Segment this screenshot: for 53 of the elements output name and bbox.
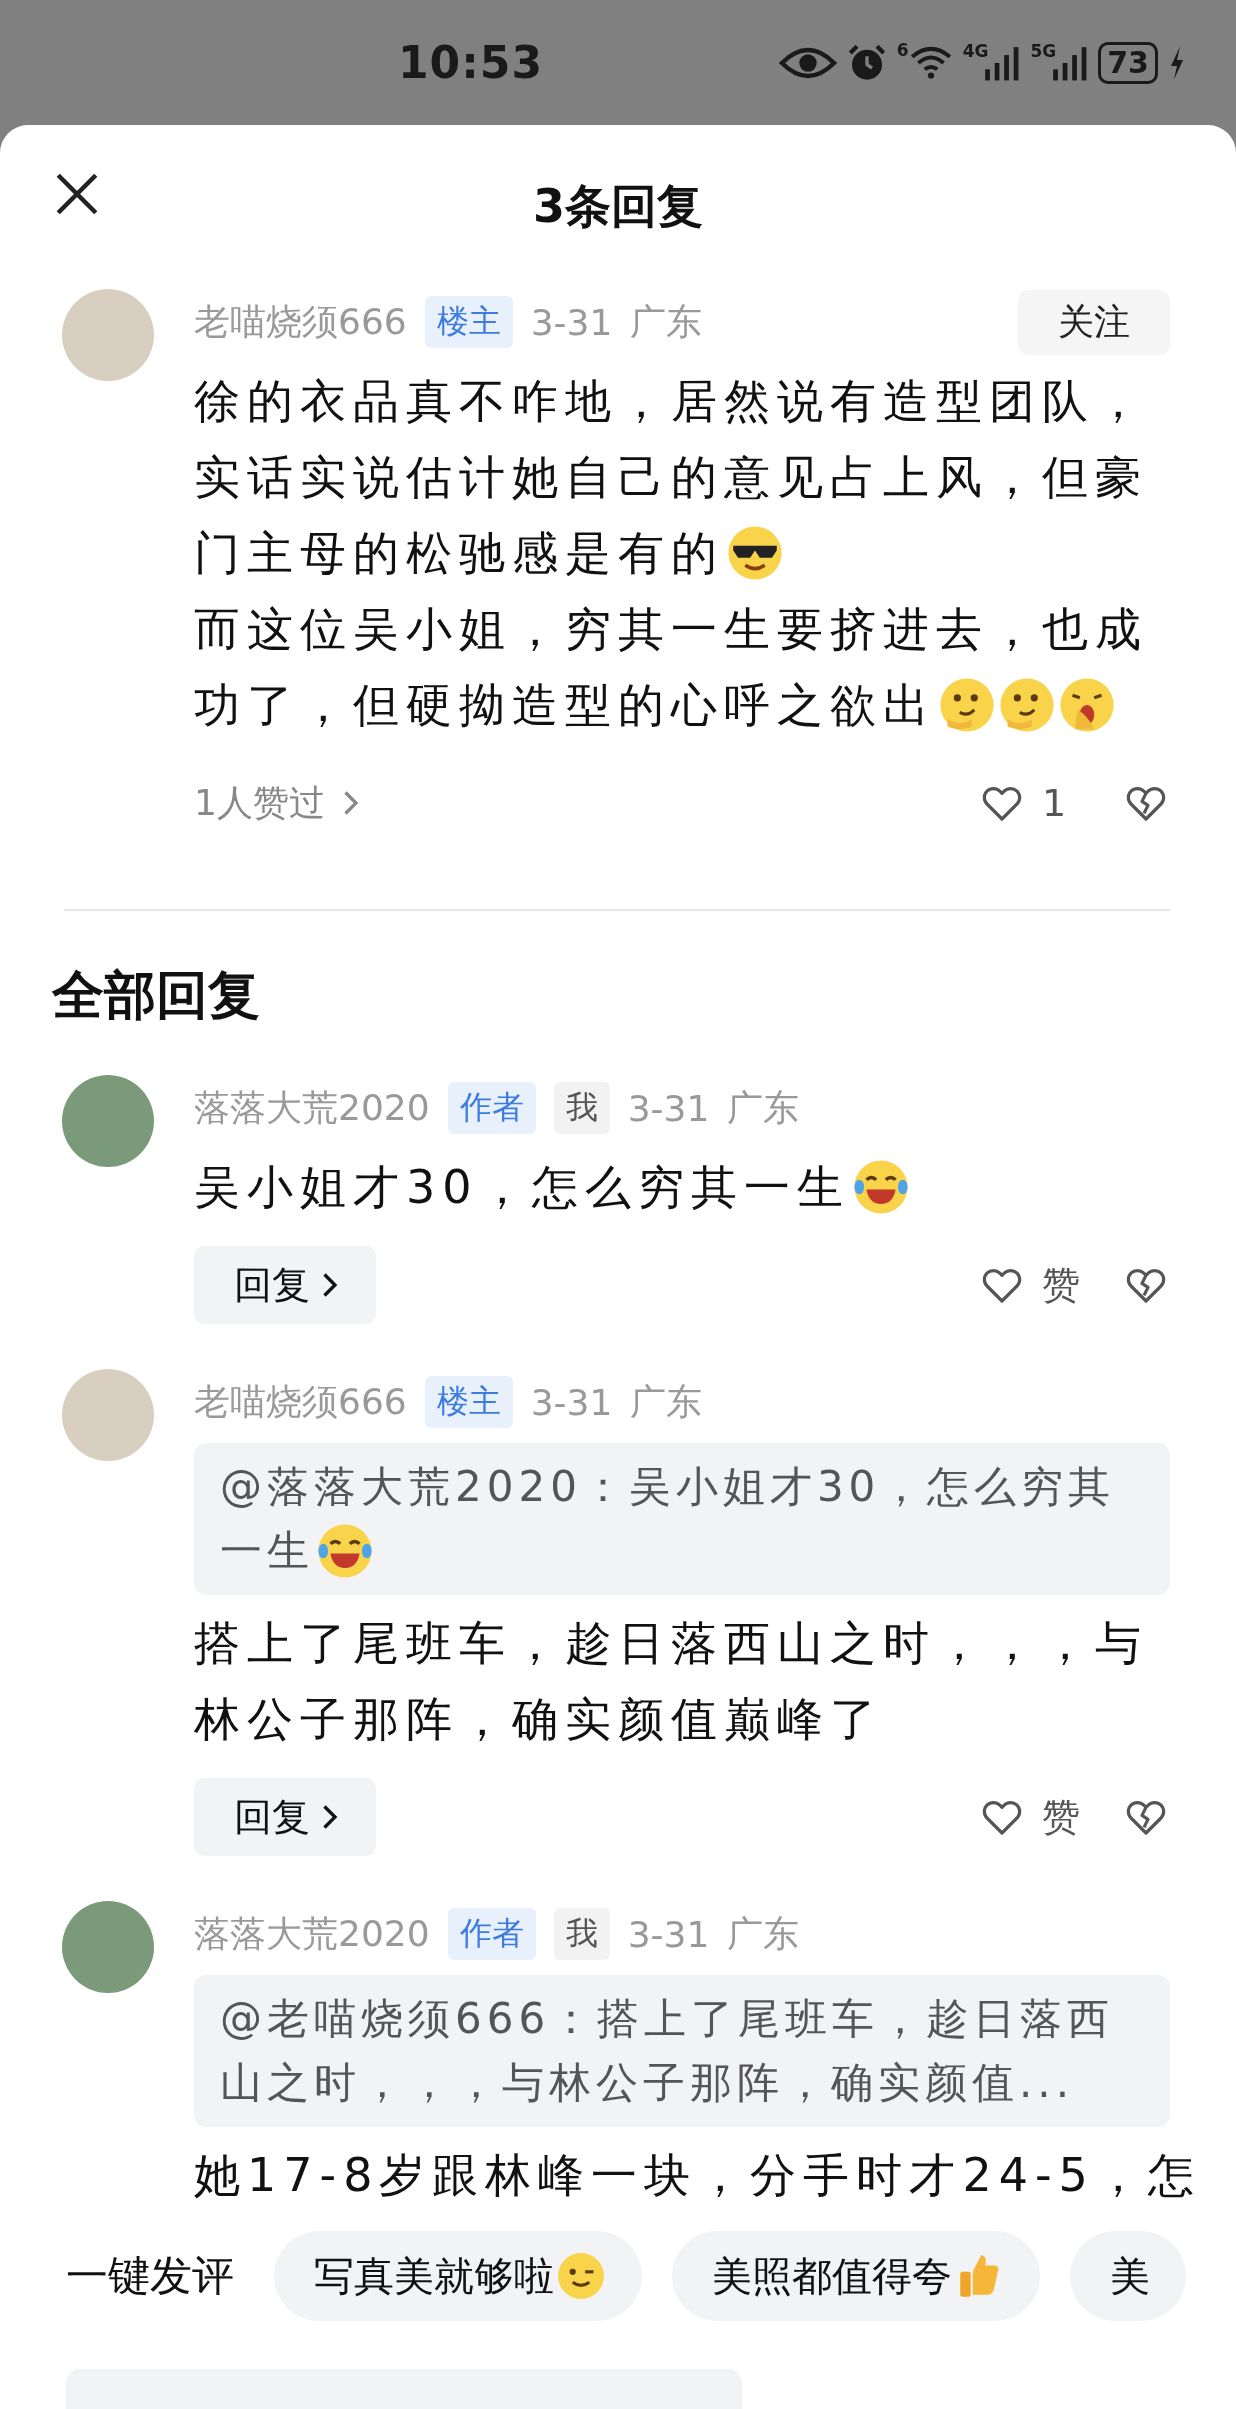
comment-location: 广东 bbox=[630, 1379, 703, 1424]
wifi-label: 6 bbox=[896, 39, 909, 60]
laughing-tears-face-icon bbox=[316, 1522, 374, 1580]
follow-button[interactable]: 关注 bbox=[1018, 289, 1170, 355]
quick-comment-chip[interactable]: 写真美就够啦 bbox=[274, 2231, 642, 2321]
alarm-clock-icon bbox=[846, 42, 887, 83]
comment-text: 门主母的松驰感是有的 bbox=[194, 525, 724, 582]
hand-on-chin-face-icon bbox=[998, 676, 1056, 734]
comment-text: 而这位吴小姐，穷其一生要挤进去，也成 bbox=[194, 601, 1148, 658]
quoted-text: 山之时，，，与林公子那阵，确实颜值... bbox=[220, 2057, 1075, 2109]
like-count: 1 bbox=[1042, 781, 1068, 825]
laughing-tears-face-icon bbox=[851, 1158, 910, 1216]
comment-text: 林公子那阵，确实颜值巅峰了 bbox=[194, 1691, 883, 1748]
comment-text: 实话实说估计她自己的意见占上风，但豪 bbox=[194, 449, 1148, 506]
yawning-face-icon bbox=[1058, 676, 1116, 734]
network-label: 5G bbox=[1030, 40, 1057, 61]
battery-level: 73 bbox=[1098, 41, 1158, 84]
comment-text: 她17-8岁跟林峰一块，分手时才24-5，怎 bbox=[194, 2147, 1201, 2204]
author-badge: 作者 bbox=[447, 1908, 536, 1960]
winking-face-icon bbox=[556, 2251, 606, 2301]
reply-button[interactable]: 回复 bbox=[194, 1246, 376, 1324]
sunglasses-face-icon bbox=[726, 524, 784, 582]
comment-location: 广东 bbox=[630, 299, 703, 344]
self-badge: 我 bbox=[553, 1082, 610, 1134]
quoted-text: @老喵烧须666：搭上了尾班车，趁日落西 bbox=[220, 1993, 1115, 2045]
like-label[interactable]: 赞 bbox=[1042, 1259, 1122, 1311]
likers-link[interactable]: 1人赞过 bbox=[194, 778, 361, 828]
section-heading: 全部回复 bbox=[50, 964, 261, 1027]
like-label[interactable]: 赞 bbox=[1042, 1791, 1122, 1843]
quoted-text: 一生 bbox=[220, 1525, 314, 1577]
comment-date: 3-31 bbox=[530, 1381, 613, 1423]
comment-text: 搭上了尾班车，趁日落西山之时，，，与 bbox=[194, 1615, 1148, 1672]
comment-date: 3-31 bbox=[627, 1087, 710, 1129]
network-label: 4G bbox=[962, 40, 989, 61]
author-badge: 楼主 bbox=[424, 296, 513, 348]
reply-button[interactable]: 回复 bbox=[194, 1778, 376, 1856]
quick-comment-chip[interactable]: 美 bbox=[1070, 2231, 1186, 2321]
comment-location: 广东 bbox=[727, 1085, 800, 1130]
comment-text: 功了，但硬拗造型的心呼之欲出 bbox=[194, 677, 936, 734]
quick-comment-label: 一键发评 bbox=[66, 2250, 234, 2302]
self-badge: 我 bbox=[553, 1908, 610, 1960]
author-badge: 作者 bbox=[447, 1082, 536, 1134]
hand-on-chin-face-icon bbox=[938, 676, 996, 734]
sheet-title: 3条回复 bbox=[533, 178, 703, 235]
comment-text: 徐的衣品真不咋地，居然说有造型团队， bbox=[194, 373, 1148, 430]
comment-date: 3-31 bbox=[530, 301, 613, 343]
author-badge: 楼主 bbox=[424, 1376, 513, 1428]
comment-location: 广东 bbox=[727, 1911, 800, 1956]
comment-date: 3-31 bbox=[627, 1913, 710, 1955]
status-time: 10:53 bbox=[398, 37, 544, 88]
quick-comment-chip[interactable]: 美照都值得夸 bbox=[672, 2231, 1040, 2321]
comment-text: 吴小姐才30，怎么穷其一生 bbox=[194, 1159, 850, 1216]
quoted-text: @落落大荒2020：吴小姐才30，怎么穷其 bbox=[220, 1461, 1116, 1513]
